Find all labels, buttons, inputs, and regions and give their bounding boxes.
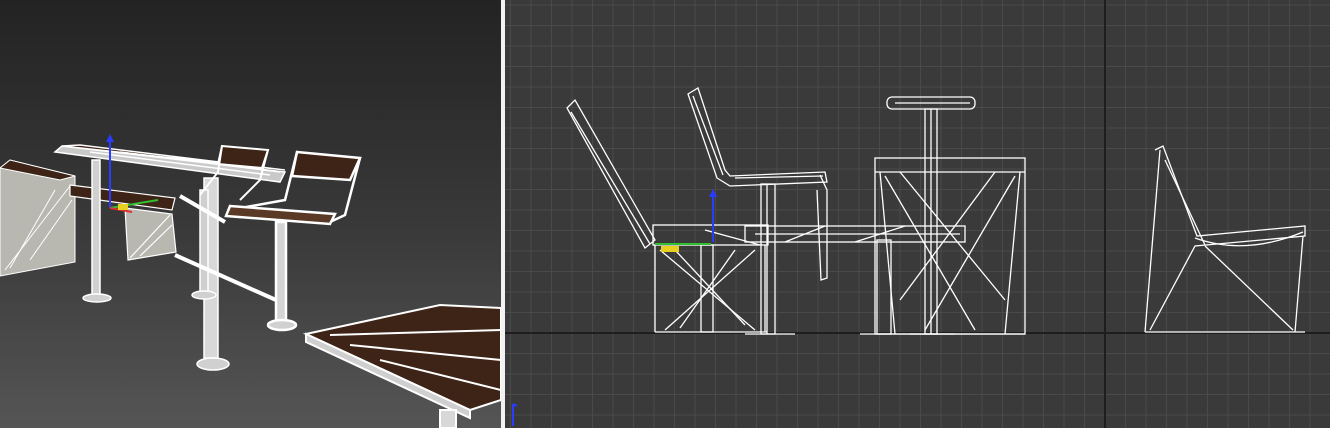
perspective-scene xyxy=(0,134,501,428)
front-viewport[interactable] xyxy=(505,0,1330,428)
bench-span xyxy=(744,225,966,243)
bench-left xyxy=(0,159,76,277)
table-foreground xyxy=(302,303,501,428)
chair-upright xyxy=(687,87,828,335)
chair-side xyxy=(1144,145,1306,333)
table-front xyxy=(860,157,1026,335)
chair-reclined xyxy=(566,98,769,333)
transform-gizmo-front[interactable] xyxy=(655,189,717,252)
viewport-layout xyxy=(0,0,1330,428)
table-main xyxy=(53,144,287,371)
perspective-viewport[interactable] xyxy=(0,0,501,428)
viewport-grid xyxy=(505,0,1330,428)
front-scene xyxy=(505,0,1330,428)
bench-far xyxy=(69,184,177,261)
